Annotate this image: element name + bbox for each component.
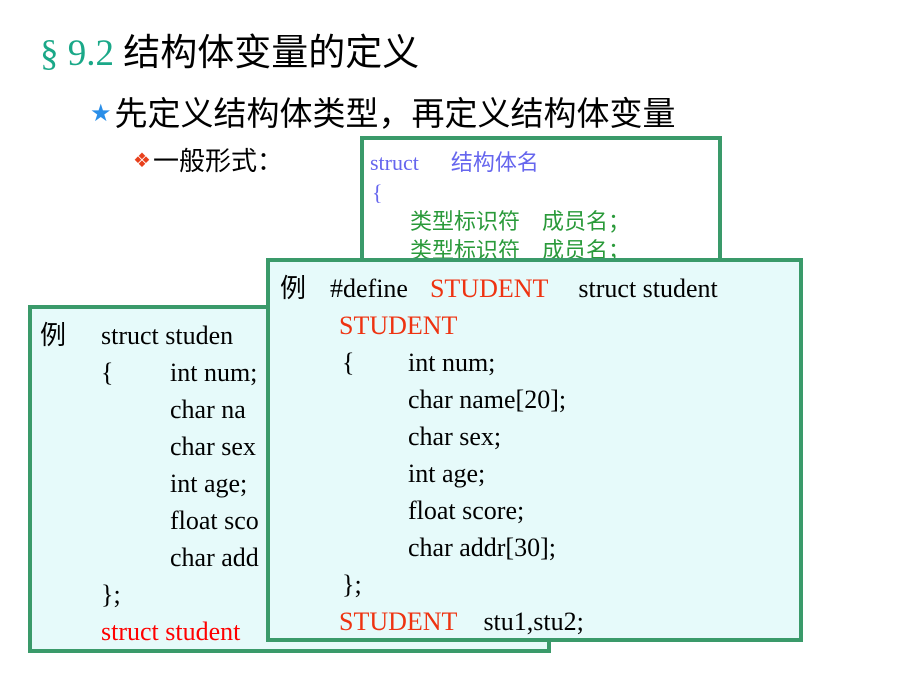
macro-name: STUDENT <box>429 274 549 303</box>
section-number: § 9.2 <box>40 33 114 74</box>
code-line: }; <box>101 580 121 609</box>
member-line: char addr[30]; <box>408 533 556 562</box>
type-identifier: 类型标识符 <box>410 209 521 234</box>
code-line: struct studen <box>101 321 234 350</box>
define-directive: #define <box>330 274 408 303</box>
bullet-level2-text: 一般形式： <box>152 147 283 176</box>
form-member-line: 类型标识符 成员名； <box>410 207 630 236</box>
example-label: 例 <box>40 321 67 350</box>
member-line: char sex; <box>408 422 502 451</box>
member-name: 成员名； <box>542 209 631 234</box>
bullet-level2: ❖一般形式： <box>133 144 283 179</box>
struct-name-placeholder: 结构体名 <box>450 150 539 175</box>
code-line: int age; <box>170 469 248 498</box>
define-line: #define STUDENT struct student <box>330 270 718 307</box>
code-line: char sex <box>170 432 256 461</box>
form-open-brace: { <box>372 180 383 205</box>
declaration-line: STUDENT stu1,stu2; <box>339 603 584 640</box>
code-line: char add <box>170 543 259 572</box>
struct-keyword: struct <box>370 150 419 175</box>
code-line-highlight: struct student <box>101 617 241 646</box>
slide-title: § 9.2 结构体变量的定义 <box>40 30 419 78</box>
example-box-define: 例 #define STUDENT struct student STUDENT {… <box>266 258 803 642</box>
open-brace: { <box>342 348 355 377</box>
title-text: 结构体变量的定义 <box>123 33 420 74</box>
form-struct-line: struct 结构体名 <box>370 148 539 177</box>
code-line: { <box>101 358 114 387</box>
macro-replacement: struct student <box>578 274 718 303</box>
star-icon: ★ <box>90 101 112 127</box>
member-line: float score; <box>408 496 525 525</box>
diamond-bullet-icon: ❖ <box>133 150 151 172</box>
member-line: int num; <box>408 348 496 377</box>
decl-vars: stu1,stu2; <box>483 607 584 636</box>
decl-type: STUDENT <box>339 607 458 636</box>
bullet-level1: ★先定义结构体类型，再定义结构体变量 <box>90 92 676 137</box>
code-line: char na <box>170 395 246 424</box>
example-label: 例 <box>280 274 307 303</box>
code-line: float sco <box>170 506 259 535</box>
close-brace: }; <box>342 570 362 599</box>
member-line: int age; <box>408 459 486 488</box>
code-line: int num; <box>170 358 258 387</box>
bullet-level1-text: 先定义结构体类型，再定义结构体变量 <box>114 97 676 133</box>
member-line: char name[20]; <box>408 385 567 414</box>
macro-line: STUDENT <box>339 311 458 340</box>
